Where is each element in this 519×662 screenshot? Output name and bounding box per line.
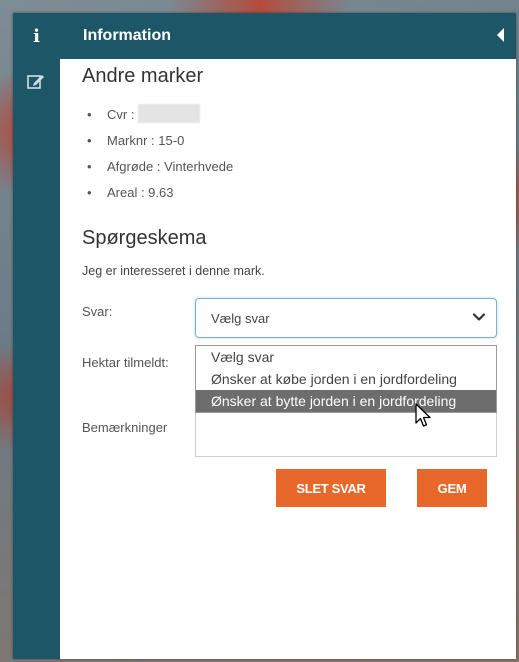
- svar-label: Svar:: [82, 304, 113, 319]
- dropdown-option-bytte[interactable]: Ønsker at bytte jorden i en jordfordelin…: [196, 390, 496, 412]
- mouse-cursor-icon: [415, 403, 431, 427]
- bullet: •: [87, 185, 92, 200]
- delete-answer-button[interactable]: SLET SVAR: [276, 469, 386, 507]
- bullet: •: [87, 107, 92, 122]
- list-item: • Areal : 9.63: [83, 185, 233, 211]
- info-icon[interactable]: i: [13, 13, 60, 59]
- bullet: •: [87, 159, 92, 174]
- sidebar: [13, 59, 60, 659]
- section-title-sporgeskema: Spørgeskema: [82, 227, 207, 249]
- areal-text: Areal : 9.63: [107, 185, 174, 200]
- triangle-left-icon[interactable]: [497, 28, 504, 42]
- chevron-down-icon: [472, 313, 486, 321]
- dropdown-option-kobe[interactable]: Ønsker at købe jorden i en jordfordeling: [196, 368, 496, 390]
- field-details-list: • Cvr : • Marknr : 15-0 • Afgrøde : Vint…: [83, 104, 233, 211]
- intro-text: Jeg er interesseret i denne mark.: [82, 264, 265, 278]
- afgrode-text: Afgrøde : Vinterhvede: [107, 159, 234, 174]
- bemaerkninger-textarea[interactable]: [195, 412, 497, 457]
- list-item: • Afgrøde : Vinterhvede: [83, 159, 233, 185]
- save-button[interactable]: GEM: [417, 469, 487, 507]
- marknr-text: Marknr : 15-0: [107, 133, 185, 148]
- hektar-label: Hektar tilmeldt:: [82, 355, 169, 370]
- panel-content: Andre marker • Cvr : • Marknr : 15-0 • A…: [60, 59, 516, 659]
- svar-dropdown-list: Vælg svar Ønsker at købe jorden i en jor…: [195, 345, 497, 413]
- bullet: •: [87, 133, 92, 148]
- panel-title: Information: [83, 27, 171, 44]
- information-panel: i Information Andre marker • Cvr : • Mar…: [13, 13, 516, 659]
- edit-icon[interactable]: [27, 73, 45, 89]
- select-value: Vælg svar: [211, 311, 270, 326]
- section-title-andre-marker: Andre marker: [82, 65, 204, 87]
- cvr-value-redacted: [138, 104, 201, 123]
- bemaerkninger-label: Bemærkninger: [82, 420, 168, 435]
- svar-select[interactable]: Vælg svar: [195, 298, 497, 338]
- panel-header: i Information: [13, 13, 516, 59]
- cvr-label: Cvr :: [107, 107, 135, 122]
- dropdown-option-vaelg[interactable]: Vælg svar: [196, 346, 496, 368]
- list-item: • Cvr :: [83, 104, 233, 133]
- list-item: • Marknr : 15-0: [83, 133, 233, 159]
